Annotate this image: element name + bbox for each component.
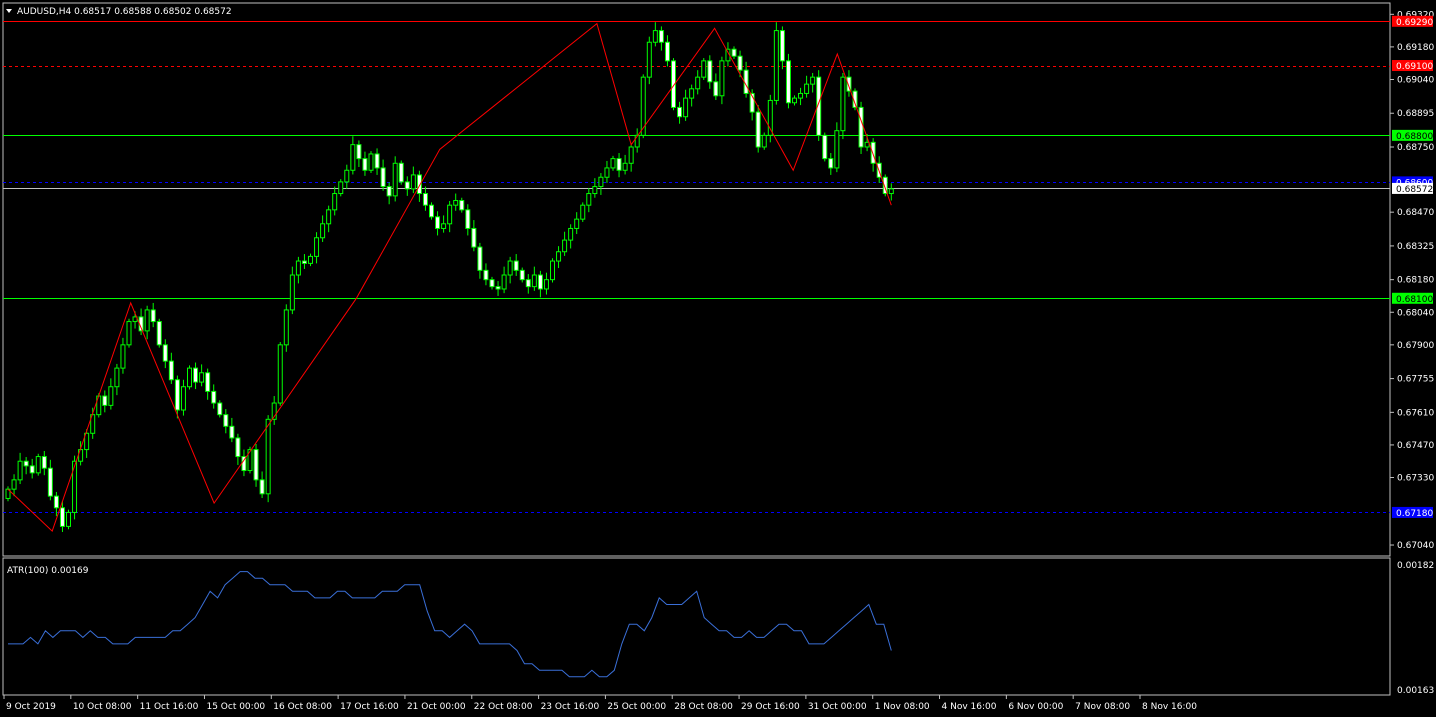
price-tick-label: 0.68040 (1397, 308, 1434, 318)
time-tick-label: 28 Oct 08:00 (674, 702, 733, 712)
time-tick-label: 11 Oct 16:00 (140, 702, 199, 712)
svg-text:0.69100: 0.69100 (1396, 62, 1433, 72)
svg-text:0.69290: 0.69290 (1396, 18, 1433, 28)
candle (392, 156, 398, 202)
candle (840, 72, 846, 140)
svg-text:0.68572: 0.68572 (1396, 185, 1433, 195)
price-tick-label: 0.68750 (1397, 143, 1434, 153)
price-tick-label: 0.69180 (1397, 43, 1434, 53)
time-tick-label: 29 Oct 16:00 (741, 702, 800, 712)
green-lower-level-tag: 0.68100 (1392, 292, 1433, 305)
time-tick-label: 8 Nov 16:00 (1142, 702, 1197, 712)
svg-text:0.68800: 0.68800 (1396, 132, 1433, 142)
candle (368, 151, 374, 174)
blue-lower-level-tag: 0.67180 (1392, 506, 1433, 519)
candle (277, 342, 283, 406)
price-tick-label: 0.68895 (1397, 109, 1434, 119)
price-tick-label: 0.67330 (1397, 474, 1434, 484)
red-solid-level-tag: 0.69290 (1392, 15, 1433, 28)
candle (785, 53, 791, 109)
time-tick-label: 22 Oct 08:00 (474, 702, 533, 712)
candle (156, 318, 162, 348)
candle (338, 179, 344, 197)
bid-line-tag: 0.68572 (1392, 182, 1433, 195)
price-tick-label: 0.68325 (1397, 242, 1434, 252)
time-tick-label: 21 Oct 00:00 (407, 702, 466, 712)
candle (755, 105, 761, 153)
price-tick-label: 0.67610 (1397, 408, 1434, 418)
time-tick-label: 10 Oct 08:00 (73, 702, 132, 712)
candle (550, 258, 555, 283)
price-tick-label: 0.67040 (1397, 541, 1434, 551)
time-tick-label: 31 Oct 00:00 (808, 702, 867, 712)
candle (126, 318, 132, 348)
candle (580, 202, 586, 222)
price-tick-label: 0.68470 (1397, 208, 1434, 218)
time-tick-label: 7 Nov 08:00 (1075, 702, 1130, 712)
price-tick-label: 0.69040 (1397, 75, 1434, 85)
candle (66, 509, 71, 530)
time-tick-label: 17 Oct 16:00 (340, 702, 399, 712)
time-tick-label: 25 Oct 00:00 (607, 702, 666, 712)
green-upper-level-tag: 0.68800 (1392, 129, 1433, 142)
time-tick-label: 1 Nov 08:00 (875, 702, 930, 712)
candle (283, 304, 289, 352)
chart-background (0, 0, 1436, 717)
atr-tick-label: 0.00163 (1397, 686, 1434, 696)
atr-tick-label: 0.00182 (1397, 561, 1434, 571)
atr-header: ATR(100) 0.00169 (7, 566, 89, 576)
candle (398, 160, 404, 185)
candle (858, 101, 864, 154)
candle (773, 22, 779, 105)
chart-window[interactable]: 0.693200.691800.690400.688950.687500.684… (0, 0, 1436, 717)
price-tick-label: 0.68180 (1397, 276, 1434, 286)
time-tick-label: 15 Oct 00:00 (206, 702, 265, 712)
candle (429, 202, 434, 220)
candle (701, 58, 707, 80)
time-tick-label: 23 Oct 16:00 (541, 702, 600, 712)
candle (761, 132, 767, 150)
symbol-header: AUDUSD,H4 0.68517 0.68588 0.68502 0.6857… (17, 7, 232, 17)
price-tick-label: 0.67470 (1397, 441, 1434, 451)
price-tick-label: 0.67755 (1397, 375, 1434, 385)
time-tick-label: 9 Oct 2019 (6, 702, 56, 712)
candle (822, 132, 828, 162)
candle (217, 400, 223, 418)
time-tick-label: 6 Nov 00:00 (1008, 702, 1063, 712)
time-tick-label: 4 Nov 16:00 (942, 702, 997, 712)
candle (35, 453, 41, 476)
time-tick-label: 16 Oct 08:00 (273, 702, 332, 712)
candle (767, 94, 773, 143)
candle (646, 36, 652, 85)
red-dashed-level-tag: 0.69100 (1392, 60, 1433, 72)
svg-text:0.67180: 0.67180 (1396, 509, 1433, 519)
price-tick-label: 0.67900 (1397, 341, 1434, 351)
svg-text:0.68100: 0.68100 (1396, 295, 1433, 305)
candle (187, 365, 192, 390)
